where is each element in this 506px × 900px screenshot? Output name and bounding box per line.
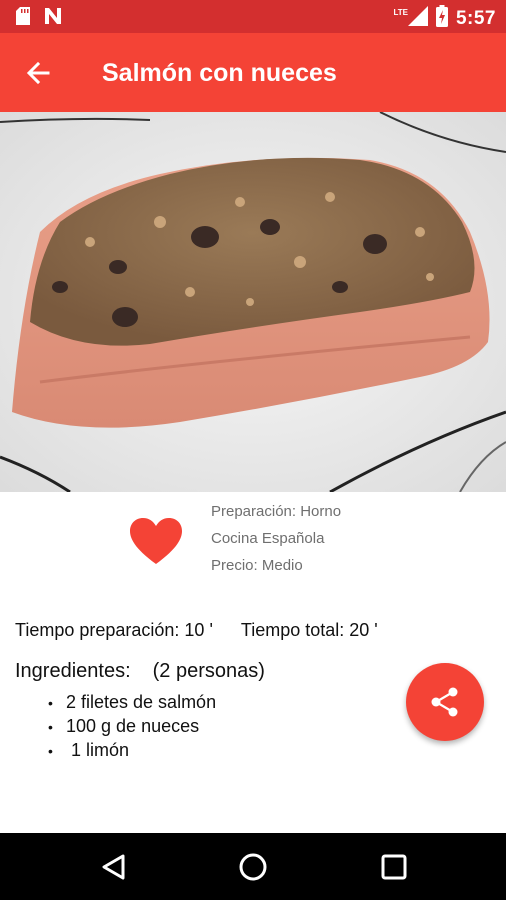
nav-home-button[interactable] <box>237 851 269 883</box>
recents-square-icon <box>378 854 410 887</box>
home-circle-icon <box>237 853 269 887</box>
bullet: • <box>48 695 53 711</box>
times-row: Tiempo preparación: 10 ' Tiempo total: 20… <box>15 620 378 641</box>
app-bar: Salmón con nueces <box>0 33 506 112</box>
nav-recents-button[interactable] <box>378 851 410 883</box>
servings: (2 personas) <box>152 660 265 682</box>
notification-n-icon <box>44 7 62 30</box>
list-item: • 2 filetes de salmón <box>48 690 216 714</box>
recipe-photo <box>0 112 506 492</box>
sd-card-icon <box>16 7 30 30</box>
ingredients-header: Ingredientes: (2 personas) <box>15 660 265 683</box>
share-button[interactable] <box>406 663 484 741</box>
bullet: • <box>48 743 53 759</box>
ingredient-text: 100 g de nueces <box>66 716 200 736</box>
status-left-icons <box>16 7 62 30</box>
favorite-button[interactable] <box>130 518 182 566</box>
nav-back-button[interactable] <box>99 851 131 883</box>
arrow-back-icon <box>18 61 58 97</box>
navigation-bar <box>0 833 506 900</box>
list-item: • 100 g de nueces <box>48 714 216 738</box>
prep-time: Tiempo preparación: 10 ' <box>15 620 213 640</box>
list-item: • 1 limón <box>48 738 216 762</box>
network-type-label: LTE <box>393 8 408 17</box>
total-time: Tiempo total: 20 ' <box>240 620 378 640</box>
page-title: Salmón con nueces <box>102 59 337 87</box>
bullet: • <box>48 719 53 735</box>
status-right-icons: LTE 5:57 <box>393 5 496 32</box>
ingredients-title: Ingredientes: <box>15 660 131 682</box>
battery-charging-icon <box>435 5 448 32</box>
ingredients-list: • 2 filetes de salmón • 100 g de nueces • … <box>48 690 216 762</box>
status-bar: LTE 5:57 <box>0 0 506 33</box>
ingredient-text: 1 limón <box>66 740 130 760</box>
cuisine: Cocina Española <box>211 530 325 547</box>
preparation-method: Preparación: Horno <box>211 503 342 520</box>
signal-icon <box>407 6 428 31</box>
price: Precio: Medio <box>211 557 303 574</box>
back-button[interactable] <box>18 53 58 93</box>
back-triangle-icon <box>99 854 131 887</box>
heart-icon <box>130 518 182 570</box>
clock: 5:57 <box>455 7 496 29</box>
ingredient-text: 2 filetes de salmón <box>66 692 217 712</box>
